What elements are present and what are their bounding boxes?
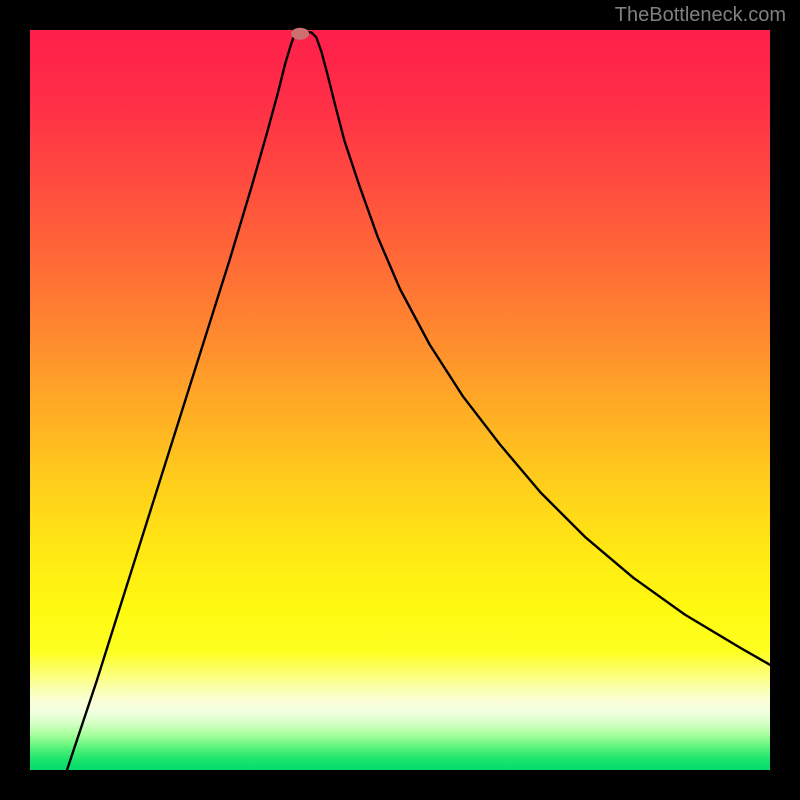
gradient-background xyxy=(30,30,770,770)
chart-frame: TheBottleneck.com xyxy=(0,0,800,800)
bottleneck-chart xyxy=(0,0,800,800)
watermark-text: TheBottleneck.com xyxy=(615,4,786,27)
optimal-point-marker xyxy=(291,28,309,40)
